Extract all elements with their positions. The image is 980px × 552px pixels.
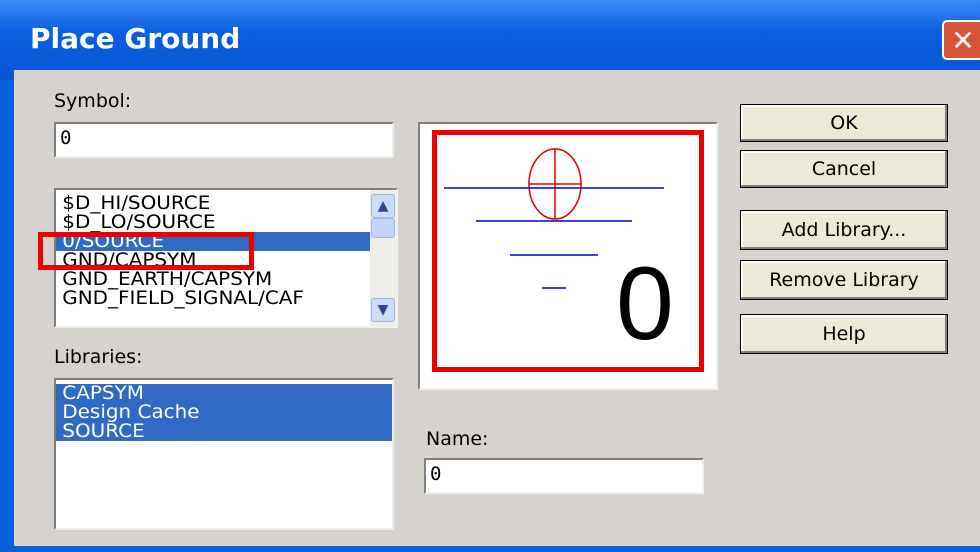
symbol-list-scrollbar[interactable]: ▲ ▼ bbox=[370, 190, 396, 326]
name-input[interactable]: 0 bbox=[424, 458, 704, 494]
scroll-up-icon[interactable]: ▲ bbox=[371, 194, 395, 218]
help-button[interactable]: Help bbox=[740, 314, 948, 354]
window-title: Place Ground bbox=[30, 22, 241, 55]
title-bar[interactable]: Place Ground ✕ bbox=[0, 0, 980, 80]
list-item[interactable]: GND_FIELD_SIGNAL/CAF bbox=[56, 289, 388, 308]
library-item[interactable]: SOURCE bbox=[56, 422, 392, 441]
scroll-down-icon[interactable]: ▼ bbox=[371, 298, 395, 322]
symbol-label-text: Symbol: bbox=[54, 90, 132, 112]
scrollbar-thumb[interactable] bbox=[371, 218, 395, 238]
symbol-label: Symbol: bbox=[54, 90, 131, 112]
remove-library-button[interactable]: Remove Library bbox=[740, 260, 948, 300]
symbol-input[interactable]: 0 bbox=[54, 122, 394, 158]
window-frame: Place Ground ✕ Symbol: 0 $D_HI/SOURCE $D… bbox=[0, 0, 980, 552]
add-library-button[interactable]: Add Library... bbox=[740, 210, 948, 250]
dialog-body: Symbol: 0 $D_HI/SOURCE $D_LO/SOURCE 0/SO… bbox=[14, 70, 980, 546]
close-icon[interactable]: ✕ bbox=[942, 20, 980, 60]
libraries-list[interactable]: CAPSYM Design Cache SOURCE bbox=[54, 378, 394, 530]
libraries-list-items: CAPSYM Design Cache SOURCE bbox=[56, 384, 392, 441]
libraries-label: Libraries: bbox=[54, 346, 143, 368]
selected-item-highlight bbox=[38, 232, 254, 270]
cancel-button[interactable]: Cancel bbox=[740, 150, 948, 188]
name-label: Name: bbox=[426, 428, 489, 450]
ok-button[interactable]: OK bbox=[740, 104, 948, 142]
preview-highlight bbox=[432, 130, 704, 372]
